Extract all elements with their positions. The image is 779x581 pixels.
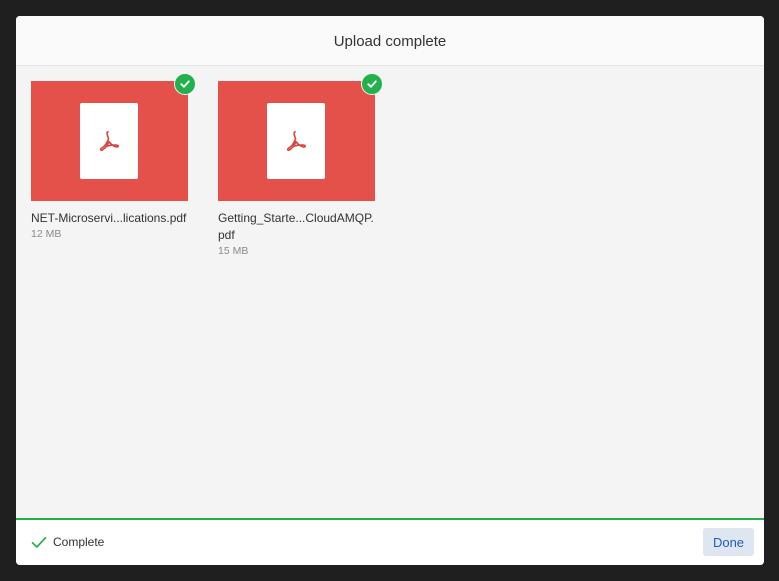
check-icon: [180, 80, 190, 88]
pdf-icon: [286, 130, 306, 151]
check-icon: [367, 80, 377, 88]
document-page: [80, 103, 138, 179]
file-card[interactable]: Getting_Starte...CloudAMQP.pdf 15 MB: [218, 81, 375, 257]
dialog-header: Upload complete: [16, 16, 764, 66]
checkmark-icon: [31, 536, 47, 548]
file-size: 12 MB: [31, 228, 62, 240]
upload-dialog: Upload complete NET-Microservi...licatio…: [16, 16, 764, 565]
file-thumbnail[interactable]: [218, 81, 375, 201]
file-size: 15 MB: [218, 245, 249, 257]
pdf-icon: [99, 130, 119, 151]
upload-success-badge: [361, 73, 383, 95]
upload-success-badge: [174, 73, 196, 95]
dialog-title: Upload complete: [333, 33, 447, 50]
file-thumbnail[interactable]: [31, 81, 188, 201]
file-card[interactable]: NET-Microservi...lications.pdf 12 MB: [31, 81, 188, 240]
dialog-footer: Complete Done: [16, 518, 764, 565]
file-name: NET-Microservi...lications.pdf: [31, 211, 187, 225]
status-text: Complete: [53, 535, 105, 549]
document-page: [267, 103, 325, 179]
file-name: Getting_Starte...CloudAMQP.pdf: [218, 211, 374, 242]
done-button[interactable]: Done: [703, 528, 754, 556]
upload-status: Complete: [31, 535, 104, 549]
